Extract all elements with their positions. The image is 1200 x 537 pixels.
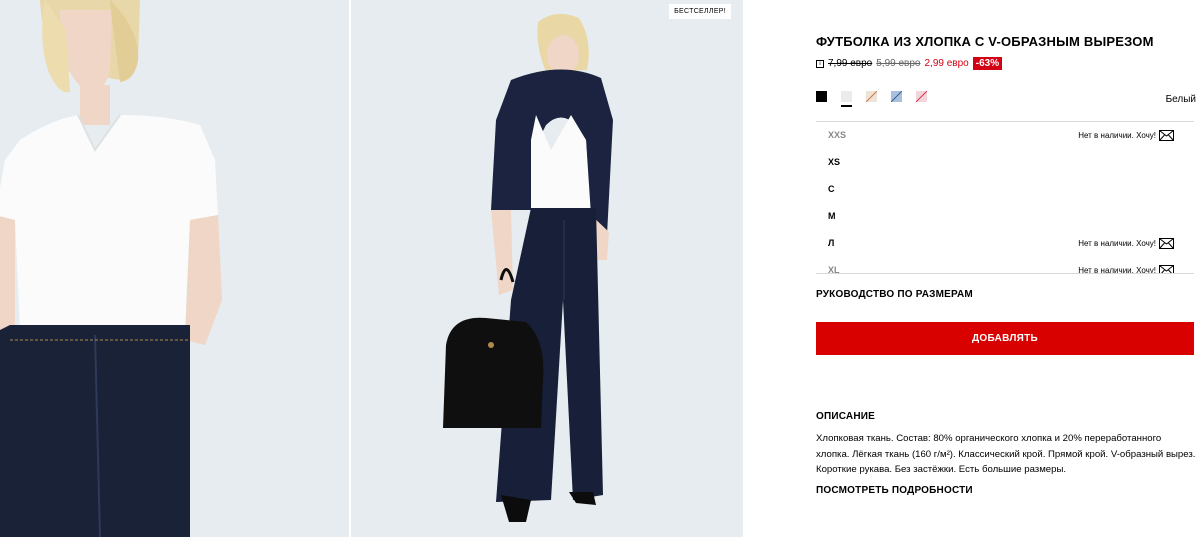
product-photo-closeup[interactable] — [0, 0, 349, 537]
envelope-icon[interactable] — [1159, 238, 1174, 249]
bestseller-badge: БЕСТСЕЛЛЕР! — [669, 4, 731, 19]
size-option-s[interactable]: С — [816, 176, 1194, 203]
add-to-cart-button[interactable]: ДОБАВЛЯТЬ — [816, 322, 1194, 355]
color-swatch-blue[interactable] — [891, 91, 902, 102]
size-option-m[interactable]: М — [816, 203, 1194, 230]
color-swatch-pink[interactable] — [916, 91, 927, 102]
unavailable-strike-icon — [891, 91, 902, 102]
size-list[interactable]: XXS Нет в наличии. Хочу! XS С М Л Нет в … — [816, 121, 1194, 274]
price-row: i 7,99 евро 5,99 евро 2,99 евро -63% — [816, 57, 1003, 70]
size-option-xs[interactable]: XS — [816, 149, 1194, 176]
size-label: М — [828, 211, 836, 221]
price-previous: 5,99 евро — [876, 58, 921, 69]
color-swatch-black[interactable] — [816, 91, 827, 102]
model-full-image — [351, 0, 743, 537]
model-closeup-image — [0, 0, 349, 537]
selected-color-name: Белый — [1165, 94, 1196, 105]
discount-badge: -63% — [972, 57, 1003, 70]
price-current: 2,99 евро — [924, 58, 969, 69]
price-original: 7,99 евро — [828, 58, 873, 69]
unavailable-strike-icon — [916, 91, 927, 102]
size-label: XXS — [828, 130, 847, 140]
description-title: ОПИСАНИЕ — [816, 411, 876, 422]
color-swatch-white[interactable] — [841, 91, 852, 107]
product-panel: ФУТБОЛКА ИЗ ХЛОПКА С V-ОБРАЗНЫМ ВЫРЕЗОМ … — [816, 0, 1196, 537]
size-option-xl[interactable]: XL Нет в наличии. Хочу! — [816, 257, 1194, 274]
product-title: ФУТБОЛКА ИЗ ХЛОПКА С V-ОБРАЗНЫМ ВЫРЕЗОМ — [816, 34, 1154, 49]
product-photo-full[interactable]: БЕСТСЕЛЛЕР! — [351, 0, 743, 537]
out-of-stock-notice[interactable]: Нет в наличии. Хочу! — [1078, 131, 1156, 140]
info-icon[interactable]: i — [816, 59, 824, 68]
color-swatches — [816, 91, 927, 107]
size-list-divider — [816, 273, 1194, 274]
size-guide-link[interactable]: РУКОВОДСТВО ПО РАЗМЕРАМ — [816, 289, 973, 300]
view-details-link[interactable]: ПОСМОТРЕТЬ ПОДРОБНОСТИ — [816, 485, 973, 496]
out-of-stock-notice[interactable]: Нет в наличии. Хочу! — [1078, 239, 1156, 248]
size-label: Л — [828, 238, 835, 248]
color-swatch-beige[interactable] — [866, 91, 877, 102]
unavailable-strike-icon — [866, 91, 877, 102]
size-option-l[interactable]: Л Нет в наличии. Хочу! — [816, 230, 1194, 257]
size-label: С — [828, 184, 835, 194]
envelope-icon[interactable] — [1159, 130, 1174, 141]
size-label: XS — [828, 157, 841, 167]
description-text: Хлопковая ткань. Состав: 80% органическо… — [816, 433, 1196, 475]
size-option-xxs[interactable]: XXS Нет в наличии. Хочу! — [816, 122, 1194, 149]
